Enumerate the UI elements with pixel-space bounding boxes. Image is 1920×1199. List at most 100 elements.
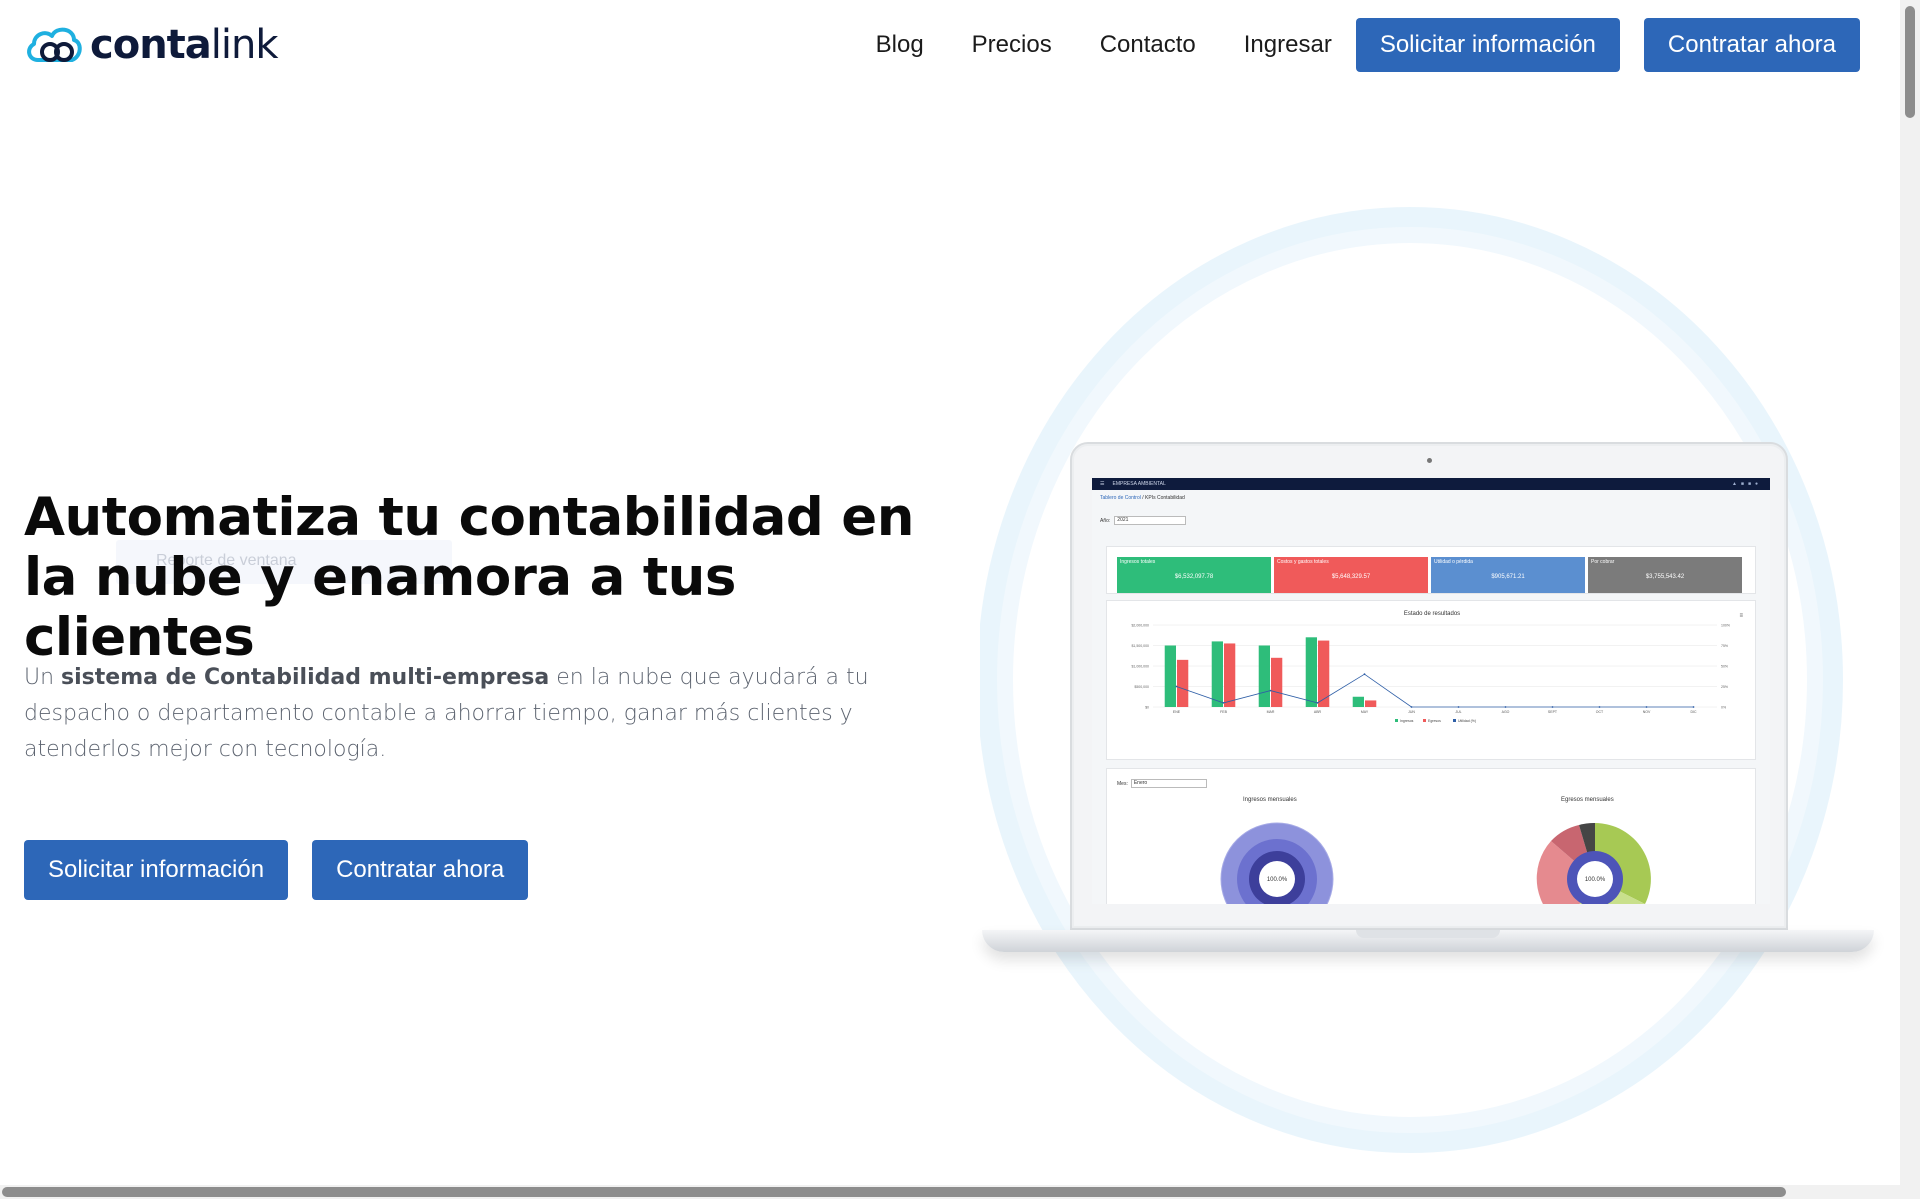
y2-tick-label: 0%: [1721, 706, 1726, 710]
kpi-panel: Ingresos totales $6,532,097.78 Costos y g…: [1106, 546, 1756, 594]
laptop-notch: [1356, 930, 1500, 938]
app-topbar: ☰ EMPRESA AMBIENTAL ▲■■●: [1092, 478, 1770, 490]
brand-logo[interactable]: contalink: [24, 22, 279, 68]
legend-swatch: [1423, 719, 1426, 722]
bar-ingresos: [1211, 641, 1223, 707]
results-chart-panel: Estado de resultados ≡ $0 $500,000 $1,000,…: [1106, 600, 1756, 760]
kpi-egresos: Costos y gastos totales $5,648,329.57: [1274, 557, 1428, 593]
x-tick-label: AGO: [1502, 710, 1510, 714]
y2-tick-label: 25%: [1721, 685, 1728, 689]
breadcrumb: Tablero de Control / KPIs Contabilidad: [1100, 495, 1185, 501]
x-tick-label: JUN: [1408, 710, 1415, 714]
nav-solicitar-button[interactable]: Solicitar información: [1355, 18, 1620, 72]
hero-actions: Solicitar información Contratar ahora: [24, 840, 529, 900]
pie-left-center: 100.0%: [1267, 877, 1288, 883]
kpi-ingresos: Ingresos totales $6,532,097.78: [1117, 557, 1271, 593]
hero-description: Un sistema de Contabilidad multi-empresa…: [24, 665, 869, 762]
x-tick-label: MAR: [1267, 710, 1275, 714]
kpi-utilidad: Utilidad o pérdida $905,671.21: [1431, 557, 1585, 593]
bar-egresos: [1365, 700, 1377, 707]
app-name: EMPRESA AMBIENTAL: [1112, 481, 1166, 487]
cloud-icon: [27, 27, 82, 62]
laptop-camera: [1427, 458, 1432, 463]
pie-left-title: Ingresos mensuales: [1243, 797, 1297, 803]
chart-title: Estado de resultados: [1403, 611, 1461, 617]
nav-contratar-button[interactable]: Contratar ahora: [1643, 18, 1860, 72]
legend-swatch: [1453, 719, 1456, 722]
bar-ingresos: [1305, 637, 1317, 707]
bar-egresos: [1177, 659, 1189, 707]
horizontal-scroll-thumb[interactable]: [2, 1187, 1786, 1197]
legend-swatch: [1395, 719, 1398, 722]
laptop-lid: ☰ EMPRESA AMBIENTAL ▲■■● Tablero de Cont…: [1070, 442, 1788, 930]
hero-contratar-button[interactable]: Contratar ahora: [312, 840, 529, 900]
brand-name: contalink: [90, 22, 279, 68]
topbar-icons: ▲■■●: [1731, 481, 1762, 487]
y-tick-label: $1,500,000: [1131, 644, 1149, 648]
site-header: contalink Blog Precios Contacto Ingresar…: [0, 0, 1900, 90]
point-utilidad: [1222, 702, 1225, 704]
vertical-scroll-thumb[interactable]: [1905, 6, 1915, 118]
laptop-mockup: ☰ EMPRESA AMBIENTAL ▲■■● Tablero de Cont…: [982, 442, 1874, 952]
results-chart: $0 $500,000 $1,000,000 $1,500,000 $2,000,000…: [1131, 624, 1730, 724]
line-utilidad: [1176, 673, 1694, 708]
y2-tick-label: 75%: [1721, 644, 1728, 648]
kpi-por-cobrar: Por cobrar $3,755,543.42: [1588, 557, 1742, 593]
hero-description-bold: sistema de Contabilidad multi-empresa: [61, 665, 550, 690]
bar-ingresos: [1258, 645, 1270, 707]
ingresos-sunburst: 100.0%: [1220, 822, 1334, 904]
pie-right-title: Egresos mensuales: [1561, 797, 1614, 803]
bar-ingresos: [1352, 696, 1364, 707]
point-utilidad: [1692, 706, 1695, 708]
year-select: 2021: [1114, 516, 1187, 525]
point-utilidad: [1457, 706, 1460, 708]
point-utilidad: [1410, 706, 1413, 708]
y2-tick-label: 100%: [1721, 624, 1730, 628]
menu-icon: ☰: [1100, 481, 1105, 487]
hero-solicitar-button[interactable]: Solicitar información: [24, 840, 289, 900]
bar-egresos: [1224, 643, 1236, 707]
y-tick-label: $500,000: [1134, 685, 1149, 689]
y-tick-label: $0: [1145, 706, 1149, 710]
nav-ingresar[interactable]: Ingresar: [1244, 18, 1332, 72]
x-tick-label: SEPT: [1548, 710, 1558, 714]
point-utilidad: [1645, 706, 1648, 708]
y2-tick-label: 50%: [1721, 665, 1728, 669]
point-utilidad: [1598, 706, 1601, 708]
month-select: Enero: [1130, 779, 1207, 788]
hero-title: Automatiza tu contabilidad en la nube y …: [24, 487, 914, 668]
x-tick-label: FEB: [1220, 710, 1227, 714]
nav-blog[interactable]: Blog: [876, 18, 924, 72]
point-utilidad: [1504, 706, 1507, 708]
x-tick-label: MAY: [1361, 710, 1369, 714]
legend-label: Ingresos: [1400, 719, 1414, 723]
month-filter: Mes: Enero: [1117, 779, 1207, 788]
x-tick-label: ENE: [1173, 710, 1181, 714]
monthly-pies-panel: Mes: Enero Ingresos mensuales Egresos men…: [1106, 768, 1756, 904]
point-utilidad: [1269, 689, 1272, 692]
horizontal-scrollbar[interactable]: [0, 1185, 1900, 1199]
nav-precios[interactable]: Precios: [972, 18, 1052, 72]
pie-right-center: 100.0%: [1585, 877, 1606, 883]
point-utilidad: [1175, 685, 1178, 688]
x-tick-label: DIC: [1690, 710, 1697, 714]
bar-ingresos: [1164, 645, 1176, 707]
main-nav: Blog Precios Contacto Ingresar Solicitar…: [876, 18, 1860, 72]
point-utilidad: [1316, 702, 1319, 704]
x-tick-label: OCT: [1596, 710, 1604, 714]
x-tick-label: NOV: [1643, 710, 1651, 714]
x-tick-label: ABR: [1314, 710, 1322, 714]
bar-egresos: [1271, 657, 1283, 707]
nav-contacto[interactable]: Contacto: [1100, 18, 1196, 72]
point-utilidad: [1363, 673, 1366, 676]
legend-label: Egresos: [1428, 719, 1441, 723]
x-tick-label: JUL: [1455, 710, 1461, 714]
point-utilidad: [1551, 706, 1554, 708]
egresos-sunburst: 100.0%: [1536, 822, 1651, 904]
vertical-scrollbar[interactable]: [1900, 0, 1920, 1199]
dashboard-screen: ☰ EMPRESA AMBIENTAL ▲■■● Tablero de Cont…: [1092, 478, 1770, 904]
y-tick-label: $1,000,000: [1131, 665, 1149, 669]
legend-label: Utilidad (%): [1458, 719, 1476, 723]
y-tick-label: $2,000,000: [1131, 624, 1149, 628]
year-filter: Año: 2021: [1092, 506, 1770, 533]
